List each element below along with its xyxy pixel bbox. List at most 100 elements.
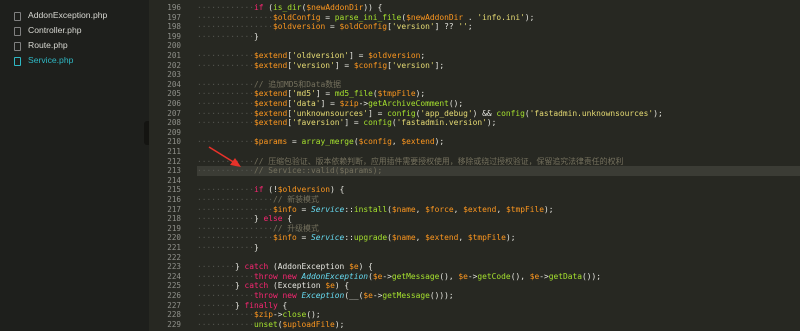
- code-token: (AddonException: [268, 262, 350, 272]
- line-number: 215: [167, 185, 181, 195]
- code-token: 'oldversion': [292, 51, 350, 60]
- code-line: ············$extend['oldversion'] = $old…: [197, 51, 800, 61]
- line-number: 223: [167, 262, 181, 272]
- file-label: Route.php: [28, 40, 68, 50]
- line-number: 214: [167, 175, 181, 185]
- code-token: // 新装模式: [273, 195, 319, 204]
- code-line: ············if (is_dir($newAddonDir)) {: [197, 3, 800, 13]
- code-token: ) {: [334, 281, 350, 291]
- code-token: ················: [197, 12, 274, 22]
- line-number: 204: [167, 79, 181, 89]
- code-token: ············: [197, 118, 255, 128]
- line-number: 202: [167, 60, 181, 70]
- code-token: ········: [197, 300, 236, 310]
- line-number: 211: [167, 147, 181, 156]
- code-token: if: [254, 185, 264, 195]
- line-number-gutter: 196 197 198 199 200 201 202 203 204 205 206 207 208 2…: [149, 0, 197, 331]
- code-line: ············$params = array_merge($confi…: [197, 137, 800, 147]
- file-item[interactable]: Route.php: [0, 39, 149, 53]
- code-token: $extend: [425, 233, 459, 243]
- code-line: ············if (!$oldversion) {: [197, 185, 800, 195]
- code-line: ············throw new Exception(__($e->g…: [197, 291, 800, 301]
- code-token: =: [320, 12, 335, 22]
- line-number: 203: [167, 70, 181, 80]
- code-token: $oldversion: [273, 22, 326, 32]
- line-number: 210: [167, 137, 181, 147]
- code-token: 'faversion': [292, 118, 345, 128]
- code-token: ············: [197, 185, 255, 195]
- code-token: 'version': [391, 22, 435, 32]
- code-token: {: [277, 300, 288, 310]
- file-icon: [14, 12, 21, 21]
- line-number: 217: [167, 204, 181, 214]
- code-token: $e: [349, 262, 359, 272]
- code-token: $extend: [401, 137, 435, 147]
- code-token: catch: [244, 262, 269, 272]
- code-token: ) {: [358, 262, 373, 272]
- code-token: }: [254, 214, 264, 224]
- code-token: // Service::valid($params);: [254, 166, 383, 176]
- code-token: );: [334, 319, 345, 329]
- line-number: 212: [167, 156, 181, 166]
- file-item[interactable]: Service.php: [0, 54, 149, 68]
- code-token: getMessage: [391, 271, 440, 281]
- code-token: );: [505, 233, 516, 243]
- code-token: 'app_debug': [420, 108, 473, 118]
- file-label: AddonException.php: [28, 10, 108, 20]
- code-line: ············$extend['version'] = $config…: [197, 61, 800, 71]
- code-line: ········} catch (AddonException $e) {: [197, 262, 800, 272]
- code-line: ········} catch (Exception $e) {: [197, 281, 800, 291]
- line-number: 225: [167, 281, 181, 291]
- code-line: ········} finally {: [197, 301, 800, 311]
- code-token: if: [254, 3, 264, 12]
- code-token: ,: [496, 204, 506, 214]
- code-token: ] =: [368, 108, 388, 118]
- code-token: );: [524, 12, 535, 22]
- code-line: ············}: [197, 243, 800, 253]
- code-token: ················: [197, 223, 274, 233]
- file-item[interactable]: AddonException.php: [0, 9, 149, 23]
- code-token: $info: [273, 204, 297, 214]
- code-token: ,: [453, 204, 464, 214]
- code-token: =: [287, 137, 302, 147]
- line-number: 227: [167, 300, 181, 310]
- code-token: (!: [263, 185, 278, 195]
- code-token: ()));: [429, 291, 454, 300]
- code-token: ········: [197, 281, 236, 291]
- code-token: );: [415, 89, 426, 99]
- line-number: 206: [167, 99, 181, 108]
- line-number: 221: [167, 243, 181, 252]
- code-token: 'fastadmin.unknownsources': [529, 108, 654, 118]
- line-number: 224: [167, 271, 181, 281]
- code-token: unset: [254, 319, 278, 329]
- code-token: ················: [197, 233, 274, 243]
- code-token: ];: [434, 60, 445, 70]
- code-token: getArchiveComment: [368, 99, 449, 108]
- code-token: 'md5': [292, 89, 316, 99]
- code-token: ············: [197, 51, 255, 60]
- code-token: ->: [539, 271, 549, 281]
- file-icon: [14, 57, 21, 66]
- code-line: ············unset($uploadFile);: [197, 320, 800, 330]
- code-token: );: [653, 108, 663, 118]
- code-token: $force: [425, 204, 454, 214]
- code-token: ············: [197, 89, 255, 99]
- code-token: $e: [458, 271, 468, 281]
- code-token: $oldversion: [277, 185, 331, 195]
- code-token: ] =: [349, 51, 369, 60]
- code-token: $tmpFile: [377, 89, 416, 99]
- code-token: ············: [197, 214, 255, 224]
- code-token: is_dir: [273, 3, 302, 12]
- line-number: 218: [167, 214, 181, 224]
- code-token: $info: [273, 233, 297, 243]
- code-area[interactable]: ············if (is_dir($newAddonDir)) {·…: [197, 0, 800, 331]
- code-token: ->: [467, 271, 478, 281]
- code-token: ] =: [334, 60, 354, 70]
- line-number: 226: [167, 291, 181, 300]
- code-token: // 升级模式: [273, 223, 319, 233]
- file-item[interactable]: Controller.php: [0, 24, 149, 38]
- line-number: 228: [167, 310, 181, 320]
- code-token: ············: [197, 31, 255, 41]
- code-line: ················$info = Service::upgrade…: [197, 233, 800, 243]
